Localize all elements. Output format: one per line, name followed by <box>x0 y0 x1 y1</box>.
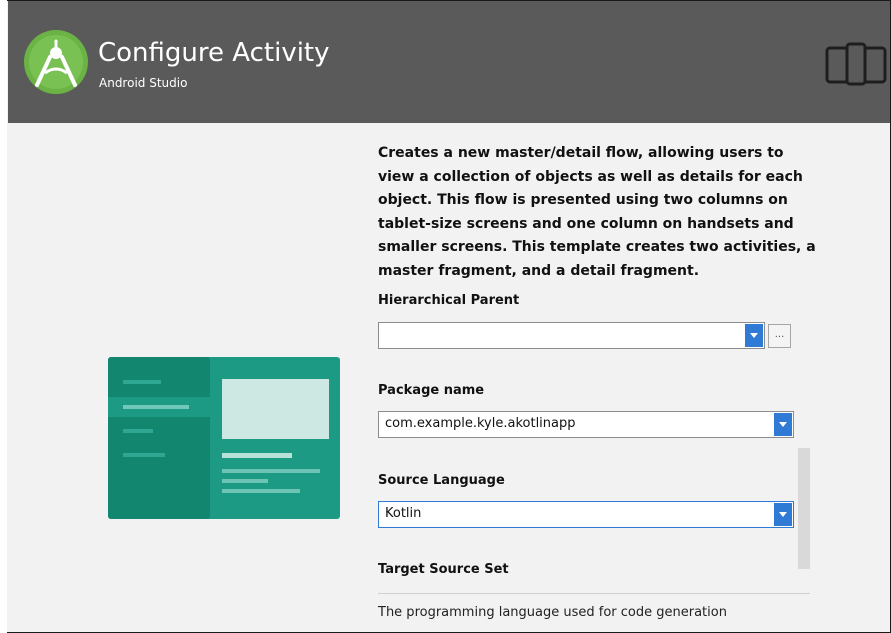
master-detail-illustration <box>108 357 340 519</box>
phone-tablet-icon[interactable] <box>825 42 887 86</box>
page-subtitle: Android Studio <box>99 76 188 90</box>
chevron-down-icon[interactable] <box>774 503 792 526</box>
source-language-label: Source Language <box>378 473 505 488</box>
package-name-field[interactable]: com.example.kyle.akotlinapp <box>378 411 794 438</box>
hierarchical-parent-dropdown[interactable] <box>378 322 765 349</box>
browse-button[interactable]: ... <box>768 324 791 348</box>
help-text: The programming language used for code g… <box>378 605 727 620</box>
package-name-value: com.example.kyle.akotlinapp <box>385 416 576 431</box>
header-bar: Configure Activity Android Studio <box>8 1 890 123</box>
android-studio-logo-icon <box>24 30 88 94</box>
scrollbar-thumb[interactable] <box>798 448 810 569</box>
page-title: Configure Activity <box>98 38 330 68</box>
template-description: Creates a new master/detail flow, allowi… <box>378 145 816 279</box>
chevron-down-icon[interactable] <box>774 413 792 436</box>
package-name-label: Package name <box>378 383 485 398</box>
source-language-value: Kotlin <box>385 506 422 521</box>
window-edge <box>0 0 7 633</box>
source-language-dropdown[interactable]: Kotlin <box>378 501 794 528</box>
chevron-down-icon[interactable] <box>745 324 763 347</box>
target-source-set-label: Target Source Set <box>378 562 509 577</box>
configure-activity-window: Configure Activity Android Studio Create… <box>0 0 891 633</box>
divider <box>378 593 810 594</box>
hierarchical-parent-label: Hierarchical Parent <box>378 293 520 308</box>
